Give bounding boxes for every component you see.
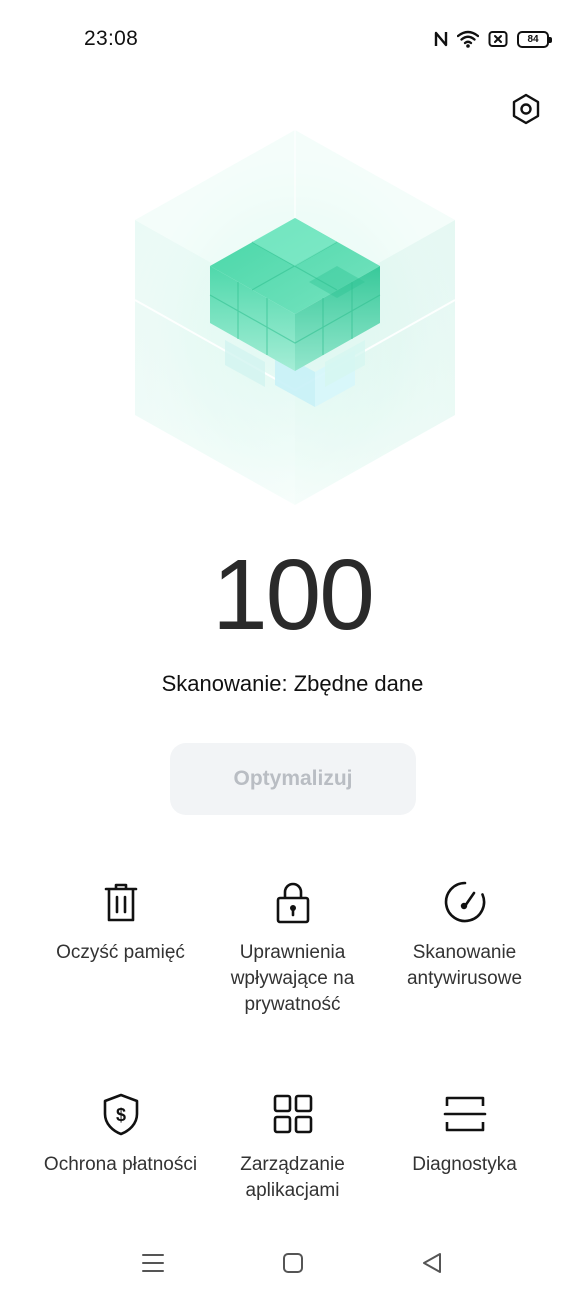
menu-icon[interactable] bbox=[138, 1248, 168, 1278]
battery-level: 84 bbox=[527, 33, 539, 45]
status-bar: 23:08 84 bbox=[0, 0, 585, 80]
wifi-icon bbox=[457, 30, 479, 48]
gauge-icon bbox=[444, 881, 485, 923]
tool-label: Skanowanie antywirusowe bbox=[406, 942, 523, 989]
tool-label: Zarządzanie aplikacjami bbox=[240, 1154, 345, 1201]
trash-icon bbox=[104, 883, 137, 922]
tool-diagnostics[interactable]: Diagnostyka bbox=[367, 1092, 562, 1178]
scan-frame-icon bbox=[443, 1096, 486, 1132]
phone-manager-screen: 23:08 84 100 Skanowanie: Zbędne dane Opt… bbox=[0, 0, 585, 1300]
tool-payment-protection[interactable]: $ Ochrona płatności bbox=[23, 1092, 218, 1178]
back-icon[interactable] bbox=[417, 1248, 447, 1278]
tool-label: Diagnostyka bbox=[412, 1154, 517, 1175]
tool-clean-memory[interactable]: Oczyść pamięć bbox=[23, 880, 218, 966]
home-icon[interactable] bbox=[278, 1248, 308, 1278]
tool-label: Ochrona płatności bbox=[43, 1154, 198, 1175]
status-time: 23:08 bbox=[84, 27, 139, 50]
optimization-score: 100 bbox=[212, 539, 375, 651]
scan-status: Skanowanie: Zbędne dane bbox=[161, 671, 424, 696]
tool-label: Uprawnienia wpływające na prywatność bbox=[230, 942, 355, 1015]
status-icons: 84 bbox=[434, 28, 552, 50]
tool-antivirus-scan[interactable]: Skanowanie antywirusowe bbox=[367, 880, 562, 992]
grid-apps-icon bbox=[273, 1094, 312, 1134]
battery-icon: 84 bbox=[517, 30, 552, 48]
nfc-icon bbox=[434, 31, 448, 47]
svg-text:$: $ bbox=[115, 1105, 125, 1125]
tool-app-management[interactable]: Zarządzanie aplikacjami bbox=[195, 1092, 390, 1204]
hexagon-settings-icon[interactable] bbox=[509, 92, 543, 126]
padlock-icon bbox=[276, 882, 309, 924]
shield-dollar-icon: $ bbox=[103, 1093, 138, 1136]
tool-privacy-permissions[interactable]: Uprawnienia wpływające na prywatność bbox=[195, 880, 390, 1018]
optimize-button[interactable]: Optymalizuj bbox=[170, 743, 416, 815]
navigation-bar bbox=[0, 1238, 585, 1288]
green-cube-illustration bbox=[134, 130, 456, 505]
tool-label: Oczyść pamięć bbox=[56, 942, 185, 963]
sim-off-icon bbox=[488, 31, 508, 47]
